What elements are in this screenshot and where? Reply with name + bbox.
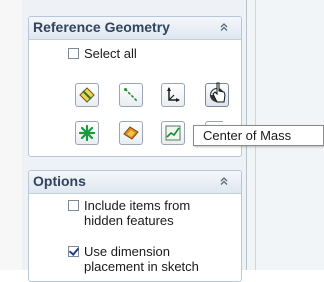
include-hidden-label-line2: hidden features (84, 213, 174, 228)
include-hidden-row[interactable]: Include items from hidden features (68, 198, 190, 228)
include-hidden-label: Include items from hidden features (84, 198, 190, 228)
plane-button[interactable] (75, 83, 99, 107)
reference-geometry-header[interactable]: Reference Geometry (29, 17, 241, 40)
collapse-chevron-icon[interactable] (217, 20, 231, 34)
axis-button[interactable] (119, 83, 143, 107)
mouse-cursor-icon (212, 82, 226, 103)
point-button[interactable] (75, 121, 99, 145)
axis-icon (124, 88, 138, 102)
mate-reference-button[interactable] (119, 121, 143, 145)
select-all-label: Select all (84, 46, 137, 61)
point-icon (78, 124, 96, 142)
coordinate-system-icon (167, 87, 180, 102)
plane-icon (79, 87, 95, 103)
center-of-mass-tooltip: Center of Mass (193, 125, 324, 146)
collapse-chevron-icon[interactable] (217, 174, 231, 188)
reference-geometry-title: Reference Geometry (33, 19, 170, 35)
use-dimension-label-line1: Use dimension (84, 244, 170, 259)
select-all-row[interactable]: Select all (68, 46, 137, 61)
curve-button[interactable] (161, 121, 185, 145)
options-header[interactable]: Options (29, 171, 241, 194)
left-margin (0, 0, 22, 270)
coordinate-system-button[interactable] (161, 83, 185, 107)
use-dimension-label-line2: placement in sketch (84, 259, 199, 274)
select-all-checkbox[interactable] (68, 48, 79, 59)
options-title: Options (33, 173, 86, 189)
curve-icon (165, 125, 181, 141)
include-hidden-checkbox[interactable] (68, 200, 79, 211)
include-hidden-label-line1: Include items from (84, 198, 191, 213)
options-group: Options Include items from hidden featur… (28, 170, 242, 282)
mate-reference-icon (123, 126, 139, 140)
use-dimension-checkbox[interactable] (68, 246, 79, 257)
